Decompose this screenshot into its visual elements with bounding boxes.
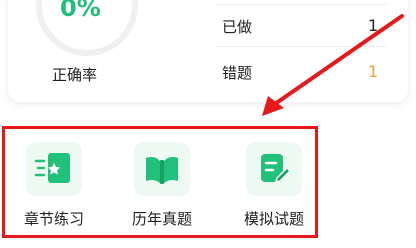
annotation-arrow — [262, 14, 404, 116]
